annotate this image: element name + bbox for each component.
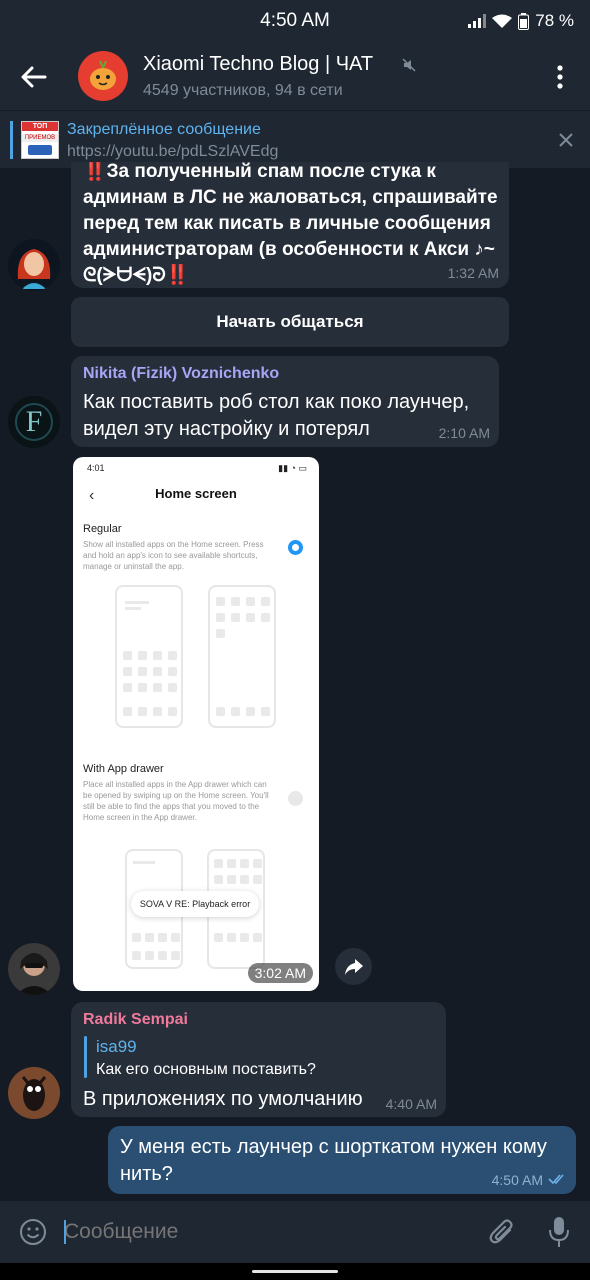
- muted-icon: [402, 58, 416, 72]
- photo-message[interactable]: 4:01 ▮▮ ◔ ▭ ‹ Home screen Regular Show a…: [73, 457, 319, 991]
- reply-indicator: [84, 1036, 87, 1078]
- user-avatar-photo-icon: [8, 943, 60, 995]
- reply-author[interactable]: isa99: [96, 1037, 137, 1057]
- thumb-bottom-text: ПРИЕМОВ: [22, 134, 58, 142]
- message-line: администраторам (в особенности к Акси ♪~: [83, 239, 495, 260]
- home-gesture-handle[interactable]: [252, 1270, 338, 1273]
- battery-percent: 78 %: [535, 11, 574, 30]
- message-input-bar: [0, 1201, 590, 1263]
- photo-drawer-title: With App drawer: [83, 763, 164, 775]
- photo-drawer-desc: Place all installed apps in the App draw…: [83, 780, 269, 822]
- start-chatting-button[interactable]: Начать общаться: [71, 297, 509, 347]
- xiaomi-mascot-icon: [90, 60, 116, 90]
- microphone-icon[interactable]: [548, 1216, 570, 1248]
- share-arrow-icon: [344, 958, 363, 975]
- signal-icon: [468, 14, 487, 28]
- photo-time: 3:02 AM: [247, 963, 313, 983]
- message-text: В приложениях по умолчанию: [83, 1088, 363, 1110]
- avatar[interactable]: [8, 239, 60, 291]
- radio-unselected-icon: [288, 791, 303, 806]
- message-time: 4:40 AM: [385, 1096, 437, 1112]
- user-avatar-girl-icon: [8, 239, 60, 291]
- photo-toast: SOVA V RE: Playback error: [131, 891, 259, 917]
- photo-title: Home screen: [155, 486, 237, 501]
- sender-name[interactable]: Nikita (Fizik) Voznichenko: [83, 365, 279, 383]
- battery-icon: [518, 12, 530, 30]
- message-line: ᘓ(ᗒᗨᗕ)ᘒ‼️: [83, 265, 190, 286]
- read-checkmarks-icon: [548, 1174, 564, 1185]
- message-line: перед тем как писать в личные сообщения: [83, 213, 491, 234]
- message-line: Как поставить роб стол как поко лаунчер,: [83, 391, 470, 413]
- radio-selected-icon: [288, 540, 303, 555]
- phone-illustration: [208, 585, 276, 728]
- back-arrow-icon[interactable]: [18, 62, 48, 92]
- pinned-indicator: [10, 121, 13, 159]
- thumb-top-text: ТОП: [22, 122, 58, 131]
- chat-header: Xiaomi Techno Blog | ЧАТ 4549 участников…: [0, 42, 590, 110]
- chat-avatar[interactable]: [78, 51, 128, 101]
- message-nikita[interactable]: Nikita (Fizik) Voznichenko Как поставить…: [71, 356, 499, 447]
- avatar[interactable]: [8, 1067, 60, 1119]
- photo-regular-title: Regular: [83, 523, 122, 535]
- emoji-icon[interactable]: [19, 1218, 47, 1246]
- phone-illustration: [115, 585, 183, 728]
- message-time: 2:10 AM: [438, 425, 490, 441]
- message-time: 1:32 AM: [447, 265, 499, 281]
- chat-subtitle: 4549 участников, 94 в сети: [143, 82, 343, 99]
- photo-status-time: 4:01: [87, 463, 105, 473]
- message-line: нить?: [120, 1163, 173, 1185]
- system-nav-bar: [0, 1263, 590, 1280]
- message-line: админам в ЛС не жаловаться, спрашивайте: [83, 187, 498, 208]
- wifi-icon: [492, 14, 513, 28]
- message-radik[interactable]: Radik Sempai isa99 Как его основным пост…: [71, 1002, 446, 1117]
- avatar-letter: F: [25, 405, 43, 438]
- user-avatar-cartoon-icon: [8, 1067, 60, 1119]
- message-input[interactable]: [64, 1215, 464, 1249]
- pinned-link[interactable]: https://youtu.be/pdLSzlAVEdg: [67, 143, 278, 161]
- text-cursor: [64, 1220, 66, 1244]
- message-line: видел эту настройку и потерял: [83, 418, 370, 440]
- chat-title[interactable]: Xiaomi Techno Blog | ЧАТ: [143, 53, 373, 76]
- pinned-label: Закреплённое сообщение: [67, 121, 261, 138]
- attach-icon[interactable]: [488, 1217, 516, 1247]
- more-menu-icon[interactable]: [550, 62, 570, 92]
- message-time: 4:50 AM: [491, 1172, 543, 1188]
- photo-status-icons: ▮▮ ◔ ▭: [278, 463, 307, 473]
- share-button[interactable]: [335, 948, 372, 985]
- message-line: У меня есть лаунчер с шорткатом нужен ко…: [120, 1136, 547, 1158]
- message-line: ‼️За полученный спам после стука к: [83, 162, 436, 182]
- message-rules[interactable]: ‼️За полученный спам после стука к админ…: [71, 162, 509, 288]
- avatar[interactable]: [8, 943, 60, 995]
- status-icons: 78 %: [468, 11, 574, 31]
- pinned-message-bar[interactable]: ТОП ПРИЕМОВ Закреплённое сообщение https…: [0, 110, 590, 168]
- reply-text[interactable]: Как его основным поставить?: [96, 1061, 316, 1079]
- close-icon[interactable]: [558, 132, 574, 148]
- message-outgoing[interactable]: У меня есть лаунчер с шорткатом нужен ко…: [108, 1126, 576, 1194]
- avatar[interactable]: F: [8, 396, 60, 448]
- status-bar: 4:50 AM 78 %: [0, 0, 590, 42]
- sender-name[interactable]: Radik Sempai: [83, 1011, 188, 1029]
- photo-regular-desc: Show all installed apps on the Home scre…: [83, 540, 264, 571]
- pinned-thumbnail: ТОП ПРИЕМОВ: [21, 121, 59, 159]
